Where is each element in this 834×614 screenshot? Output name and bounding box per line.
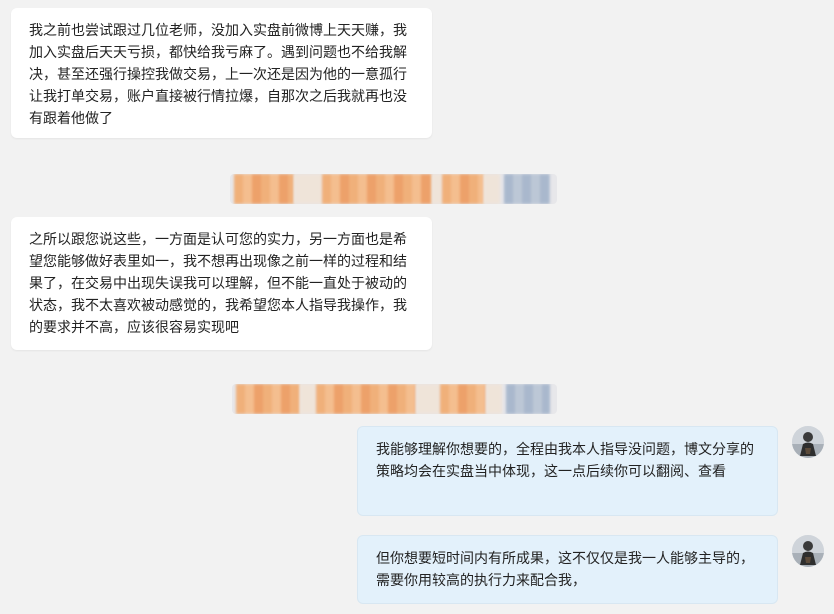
blurred-text-block — [416, 384, 440, 414]
blurred-text-block — [432, 174, 442, 204]
incoming-message: 之所以跟您说这些，一方面是认可您的实力，另一方面也是希望您能够做好表里如一，我不… — [11, 217, 432, 350]
outgoing-message: 我能够理解你想要的，全程由我本人指导没问题，博文分享的策略均会在实盘当中体现，这… — [357, 426, 778, 516]
blurred-text-block — [234, 174, 294, 204]
blurred-text-block — [294, 174, 322, 204]
blurred-text-block — [504, 174, 550, 204]
blurred-text-block — [484, 174, 500, 204]
user-avatar-icon[interactable] — [792, 426, 824, 458]
chat-conversation: 我之前也尝试跟过几位老师，没加入实盘前微博上天天赚，我加入实盘后天天亏损，都快给… — [0, 0, 834, 614]
outgoing-message: 但你想要短时间内有所成果，这不仅仅是我一人能够主导的，需要你用较高的执行力来配合… — [357, 535, 778, 604]
blurred-text-block — [486, 384, 502, 414]
blurred-text-block — [506, 384, 550, 414]
blurred-text-block — [322, 174, 432, 204]
blurred-text-block — [300, 384, 316, 414]
user-avatar-icon[interactable] — [792, 535, 824, 567]
blurred-text-block — [442, 174, 484, 204]
blurred-text-block — [316, 384, 416, 414]
blurred-system-notice — [232, 384, 557, 414]
incoming-message: 我之前也尝试跟过几位老师，没加入实盘前微博上天天赚，我加入实盘后天天亏损，都快给… — [11, 8, 432, 138]
blurred-text-block — [440, 384, 486, 414]
blurred-system-notice — [230, 174, 557, 204]
blurred-text-block — [236, 384, 300, 414]
